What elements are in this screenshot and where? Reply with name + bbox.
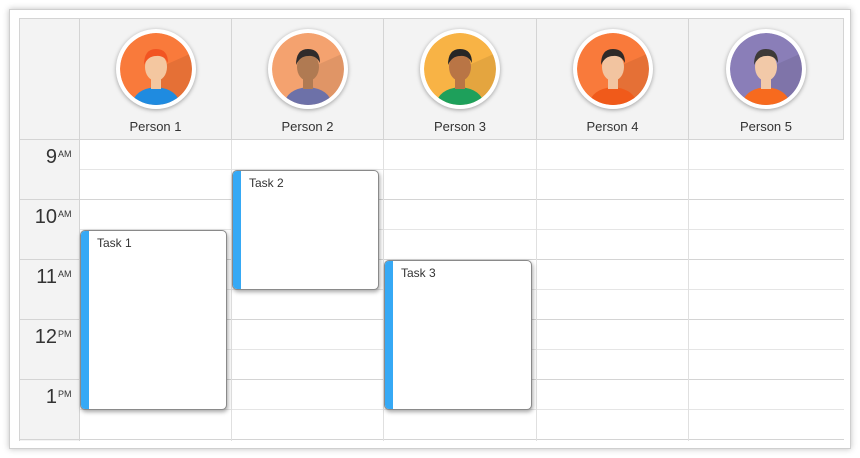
time-ampm-label: PM	[58, 389, 72, 399]
time-ampm-label: AM	[58, 209, 72, 219]
event-text: Task 3	[401, 266, 436, 280]
time-header-column: 9 AM 10 AM 11 AM 12 PM 1 PM	[20, 140, 80, 441]
event-task-1[interactable]: Task 1	[80, 230, 227, 410]
resource-header-2[interactable]: Person 2	[232, 19, 384, 140]
resource-scheduler: Person 1 Person 2 Person 3 Person 4 Person 5…	[19, 18, 844, 441]
time-slot-12pm: 12 PM	[20, 320, 79, 380]
time-ampm-label: AM	[58, 149, 72, 159]
column-divider	[536, 140, 537, 441]
time-hour-label: 1	[45, 386, 57, 408]
resource-name: Person 5	[739, 119, 793, 134]
half-hour-gridline	[80, 169, 844, 170]
column-divider	[688, 140, 689, 441]
time-slot-9am: 9 AM	[20, 140, 79, 200]
time-hour-label: 9	[45, 146, 57, 168]
time-hour-label: 11	[36, 266, 57, 288]
resource-name: Person 4	[586, 119, 639, 134]
resource-header-5[interactable]: Person 5	[689, 19, 844, 140]
resource-header-1[interactable]: Person 1	[80, 19, 232, 140]
resource-name: Person 2	[281, 119, 334, 134]
person-2-avatar-icon	[267, 29, 348, 109]
resource-header-4[interactable]: Person 4	[537, 19, 689, 140]
time-ampm-label: PM	[58, 329, 72, 339]
person-1-avatar-icon	[115, 29, 196, 109]
time-hour-label: 10	[34, 206, 57, 228]
time-ampm-label: AM	[58, 269, 72, 279]
resource-name: Person 1	[129, 119, 182, 134]
time-slot-11am: 11 AM	[20, 260, 79, 320]
hour-gridline	[80, 199, 844, 200]
time-hour-label: 12	[34, 326, 57, 348]
event-duration-bar	[385, 261, 393, 409]
event-duration-bar	[81, 231, 89, 409]
resource-header-3[interactable]: Person 3	[384, 19, 537, 140]
resource-name: Person 3	[433, 119, 487, 134]
person-3-avatar-icon	[420, 29, 500, 109]
event-text: Task 2	[249, 176, 284, 190]
person-5-avatar-icon	[726, 29, 806, 109]
person-4-avatar-icon	[572, 29, 653, 109]
calendar-grid[interactable]: Task 1 Task 2 Task 3	[80, 140, 844, 441]
event-task-3[interactable]: Task 3	[384, 260, 532, 410]
event-text: Task 1	[97, 236, 132, 250]
time-slot-1pm: 1 PM	[20, 380, 79, 440]
header-corner	[20, 19, 80, 140]
hour-gridline	[80, 439, 844, 440]
event-duration-bar	[233, 171, 241, 289]
time-slot-10am: 10 AM	[20, 200, 79, 260]
event-task-2[interactable]: Task 2	[232, 170, 379, 290]
